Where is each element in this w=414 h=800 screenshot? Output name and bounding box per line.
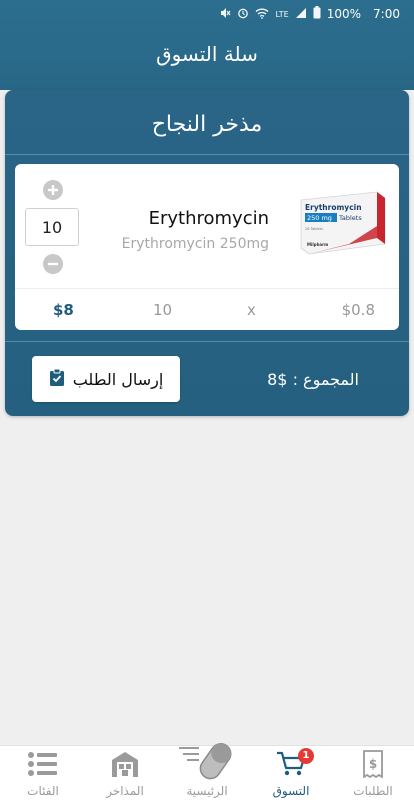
store-cart-card: مذخر النجاح Erythromycin Erythromycin 25… [5, 90, 409, 416]
nav-item-orders[interactable]: $ الطلبات [332, 746, 414, 800]
nav-label: الطلبات [353, 784, 393, 798]
battery-level: 100% [326, 7, 362, 21]
clock: 7:00 [373, 7, 400, 21]
nav-label: المذاخر [106, 784, 144, 798]
package-brand-text: Erythromycin [305, 203, 362, 212]
submit-order-button[interactable]: إرسال الطلب [32, 356, 180, 402]
signal-icon [295, 7, 307, 22]
nav-item-categories[interactable]: الفئات [2, 746, 84, 800]
alarm-icon [237, 7, 249, 22]
package-maker-text: Milpharm [307, 242, 328, 247]
svg-text:$: $ [369, 757, 377, 771]
mute-icon [219, 7, 231, 22]
nav-item-warehouses[interactable]: المذاخر [84, 746, 166, 800]
quantity-input[interactable] [25, 208, 79, 246]
increase-quantity-button[interactable] [43, 180, 63, 200]
status-bar: LTE 100% 7:00 [0, 0, 414, 28]
list-icon [27, 750, 59, 782]
product-image: Erythromycin 250 mg Tablets 28 Tablets M… [297, 186, 389, 262]
item-quantity: 10 [153, 301, 173, 319]
submit-order-label: إرسال الطلب [72, 369, 164, 389]
price-row: $8 10 x $0.8 [15, 290, 399, 330]
clipboard-check-icon [49, 368, 65, 390]
decrease-quantity-button[interactable] [43, 254, 63, 274]
product-description: Erythromycin 250mg [121, 236, 269, 252]
item-total-price: $8 [53, 301, 74, 319]
warehouse-icon [110, 750, 140, 782]
package-dose-text: 250 mg [307, 214, 332, 222]
cart-icon: 1 [276, 748, 314, 782]
multiply-sign: x [247, 301, 256, 319]
nav-item-home[interactable]: الرئيسية [166, 743, 248, 800]
battery-icon [313, 6, 321, 22]
order-total: المجموع : $8 [267, 370, 359, 389]
quantity-stepper [25, 180, 81, 276]
plus-icon [48, 185, 58, 195]
store-name: مذخر النجاح [151, 112, 263, 137]
divider [5, 154, 409, 155]
nav-label: الرئيسية [186, 784, 228, 798]
bottom-navigation: $ الطلبات 1 التسوق الرئيسية المذاخر الفئ… [0, 743, 414, 800]
cart-item-card: Erythromycin Erythromycin 250mg Erythrom… [15, 164, 399, 330]
package-form-text: Tablets [338, 214, 362, 222]
package-count-text: 28 Tablets [305, 227, 323, 231]
nav-item-shopping[interactable]: 1 التسوق [250, 746, 332, 800]
app-header: LTE 100% 7:00 سلة التسوق [0, 0, 414, 90]
nav-label: التسوق [272, 784, 310, 798]
cart-count-badge: 1 [298, 748, 314, 764]
divider [5, 341, 409, 342]
pill-icon [177, 734, 237, 790]
lte-label: LTE [275, 9, 289, 19]
divider [15, 288, 399, 289]
page-title: سلة التسوق [156, 42, 258, 66]
unit-price: $0.8 [341, 301, 375, 319]
receipt-icon: $ [360, 750, 386, 782]
nav-label: الفئات [27, 784, 59, 798]
wifi-icon [255, 7, 269, 22]
product-name: Erythromycin [148, 208, 269, 229]
minus-icon [48, 262, 58, 266]
